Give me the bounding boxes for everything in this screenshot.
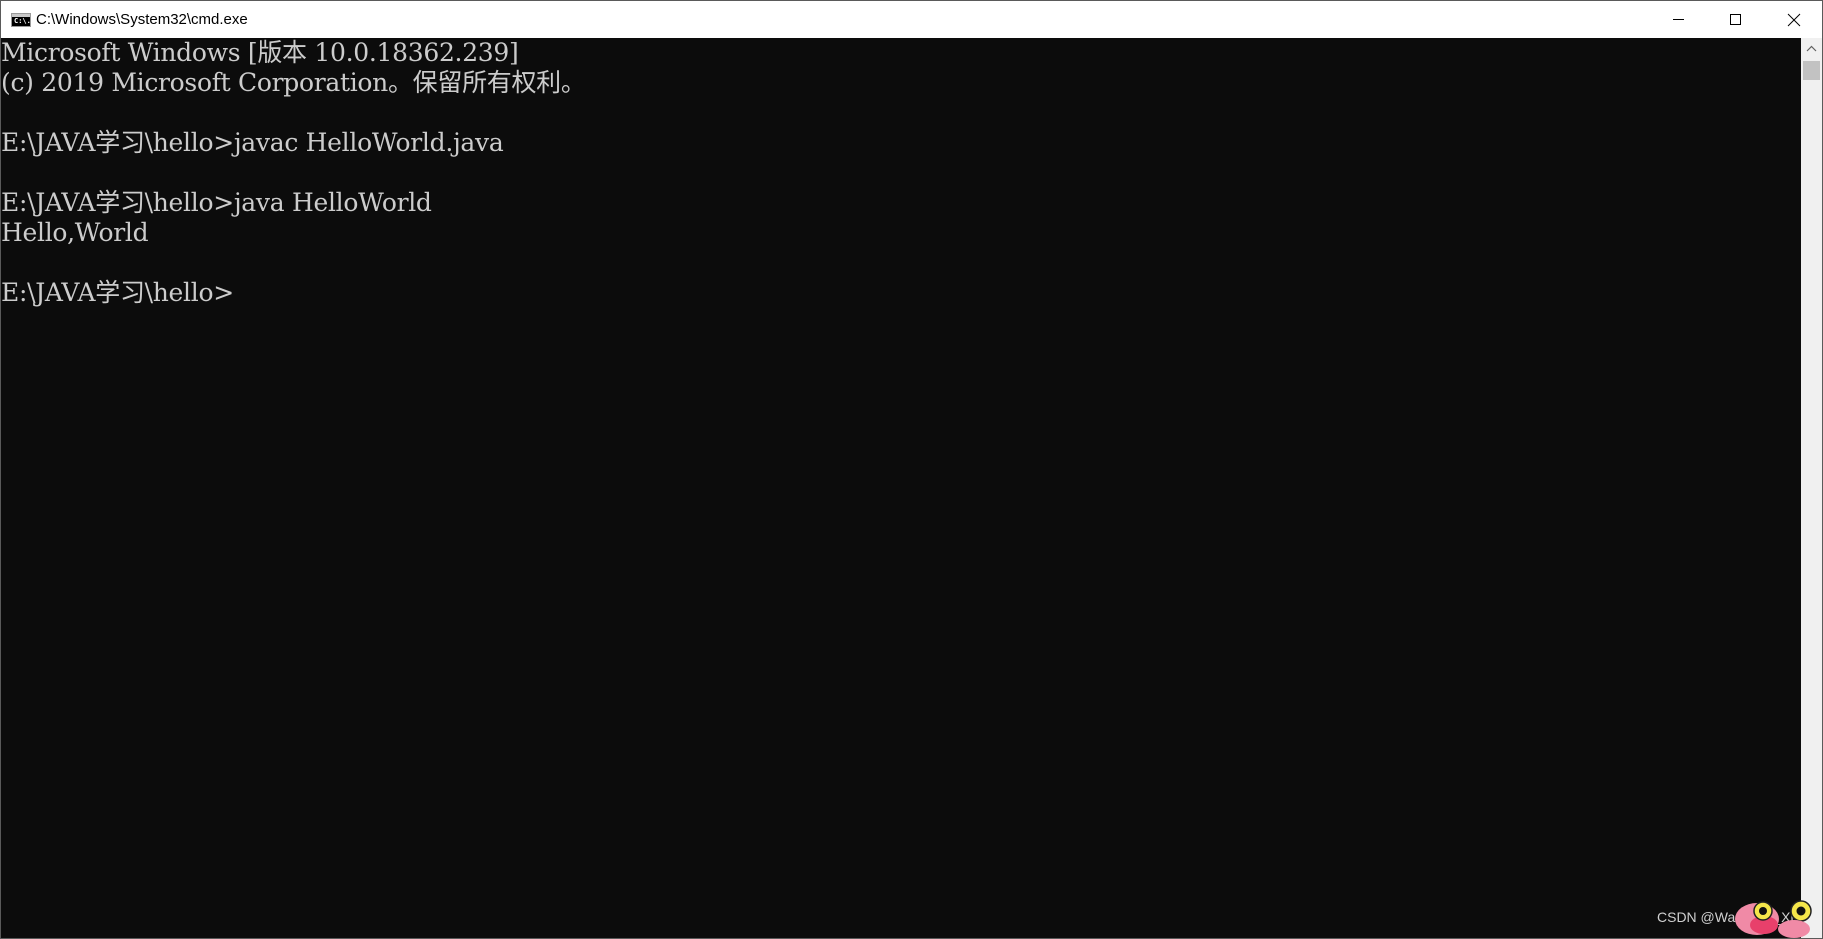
scroll-thumb[interactable] [1803,61,1820,80]
console-line: Microsoft Windows [版本 10.0.18362.239] [1,38,519,67]
console-output[interactable]: Microsoft Windows [版本 10.0.18362.239] (c… [1,38,1801,938]
close-button[interactable] [1765,1,1823,38]
cmd-window: C:\. C:\Windows\System32\cmd.exe Microso… [0,0,1823,939]
console-line: (c) 2019 Microsoft Corporation。保留所有权利。 [1,68,586,97]
chevron-up-icon [1806,45,1817,52]
cartoon-mascot-icon [1735,900,1812,938]
scroll-up-button[interactable] [1801,38,1822,59]
app-icon-label: C:\. [14,17,31,25]
vertical-scrollbar[interactable] [1801,38,1822,938]
minimize-icon [1673,19,1684,20]
close-icon [1787,13,1801,27]
minimize-button[interactable] [1649,1,1707,38]
console-app-icon[interactable]: C:\. [11,13,31,27]
title-bar[interactable]: C:\. C:\Windows\System32\cmd.exe [1,1,1822,38]
console-line: Hello,World [1,218,149,247]
console-line: E:\JAVA学习\hello>java HelloWorld [1,188,432,217]
console-prompt-line[interactable]: E:\JAVA学习\hello> [1,278,234,308]
window-title: C:\Windows\System32\cmd.exe [36,11,248,28]
console-line: E:\JAVA学习\hello>javac HelloWorld.java [1,128,504,157]
maximize-icon [1730,14,1741,25]
maximize-button[interactable] [1707,1,1765,38]
